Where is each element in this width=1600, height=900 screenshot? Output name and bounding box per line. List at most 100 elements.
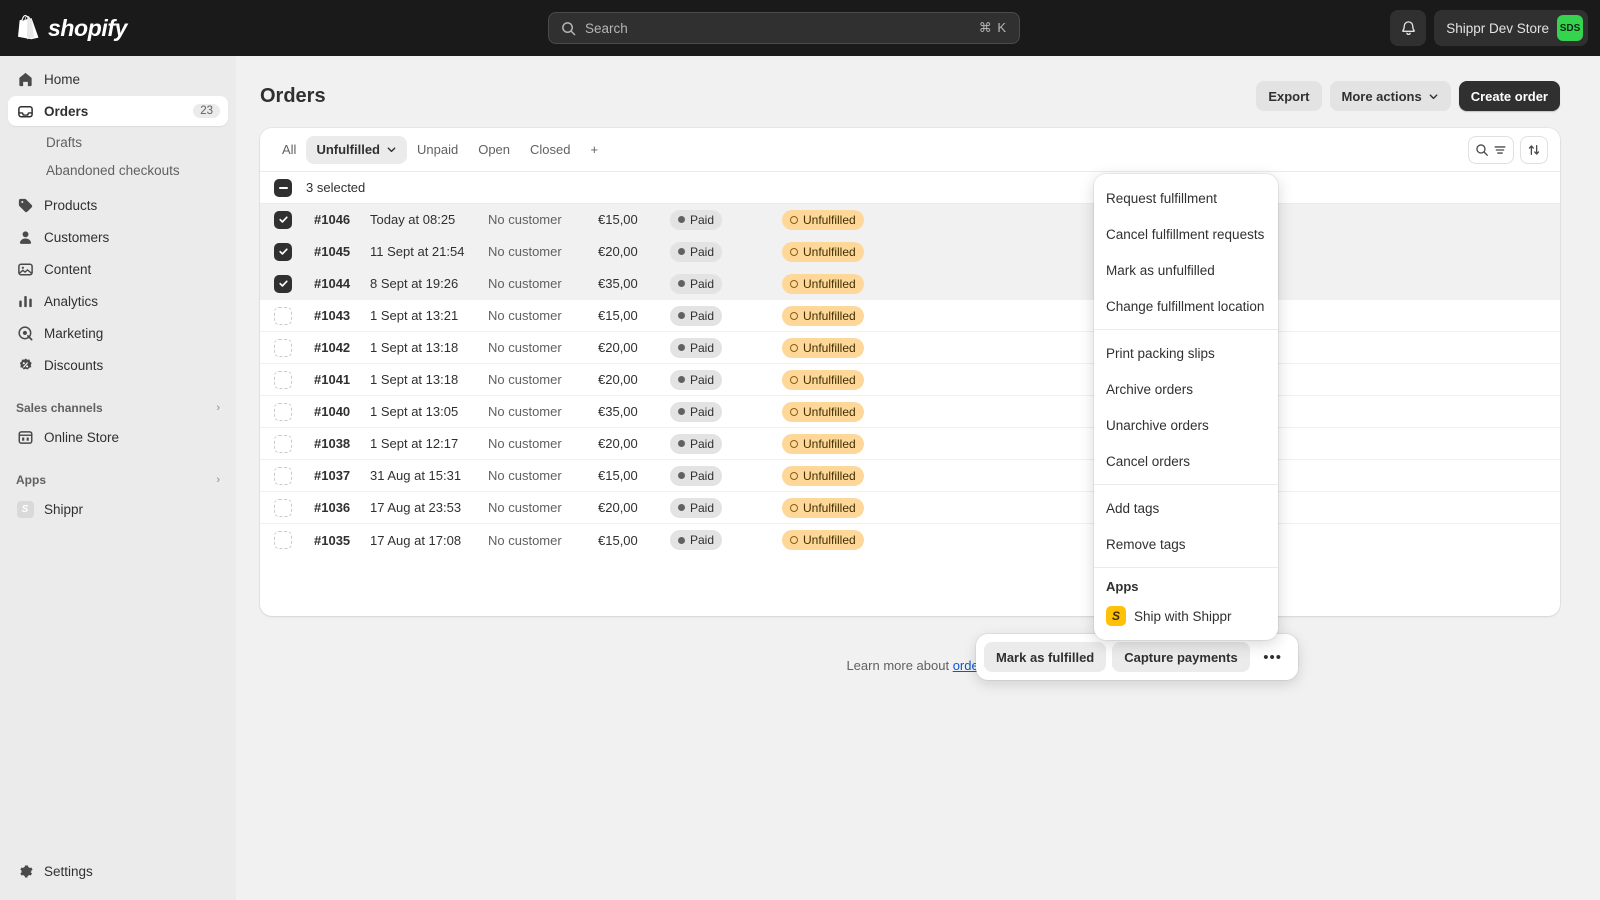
sidebar-subitem-abandoned-checkouts[interactable]: Abandoned checkouts [8, 156, 228, 184]
sidebar-item-marketing[interactable]: Marketing [8, 318, 228, 348]
sort-button[interactable] [1520, 135, 1548, 164]
shopify-logo[interactable]: shopify [0, 15, 236, 42]
row-checkbox[interactable] [274, 242, 292, 261]
table-row[interactable]: #1042 1 Sept at 13:18 No customer €20,00… [260, 332, 1560, 364]
page-title: Orders [260, 84, 326, 107]
tab-open[interactable]: Open [468, 136, 520, 164]
table-row[interactable]: #1043 1 Sept at 13:21 No customer €15,00… [260, 300, 1560, 332]
cell-date: 1 Sept at 13:18 [370, 340, 459, 355]
cell-fulfillment-status: Unfulfilled [782, 401, 902, 422]
sidebar-item-analytics[interactable]: Analytics [8, 286, 228, 316]
cell-customer: No customer [488, 436, 562, 451]
chevron-right-icon: › [216, 402, 220, 414]
menu-item-mark-as-unfulfilled[interactable]: Mark as unfulfilled [1094, 252, 1278, 288]
cell-order-number: #1046 [314, 212, 351, 227]
menu-item-cancel-fulfillment-requests[interactable]: Cancel fulfillment requests [1094, 216, 1278, 252]
sidebar-item-orders[interactable]: Orders 23 [8, 96, 228, 126]
gear-icon [16, 862, 34, 880]
cell-total: €20,00 [598, 340, 638, 355]
row-checkbox[interactable] [274, 274, 292, 293]
row-checkbox[interactable] [274, 306, 292, 325]
cell-payment-status: Paid [670, 465, 782, 486]
row-checkbox[interactable] [274, 466, 292, 485]
row-checkbox[interactable] [274, 370, 292, 389]
export-button[interactable]: Export [1256, 81, 1322, 111]
menu-item-cancel-orders[interactable]: Cancel orders [1094, 443, 1278, 479]
orders-icon [16, 102, 34, 120]
menu-item-remove-tags[interactable]: Remove tags [1094, 526, 1278, 562]
cell-date: 1 Sept at 13:18 [370, 372, 459, 387]
create-order-button[interactable]: Create order [1458, 81, 1560, 111]
content-icon [16, 260, 34, 278]
status-dot-icon [678, 536, 685, 544]
status-badge: Unfulfilled [803, 533, 856, 547]
sidebar-item-products[interactable]: Products [8, 190, 228, 220]
row-checkbox[interactable] [274, 402, 292, 421]
analytics-icon [16, 292, 34, 310]
sidebar-item-settings[interactable]: Settings [8, 856, 228, 886]
table-row[interactable]: #1038 1 Sept at 12:17 No customer €20,00… [260, 428, 1560, 460]
sidebar-item-discounts[interactable]: Discounts [8, 350, 228, 380]
marketing-icon [16, 324, 34, 342]
row-checkbox[interactable] [274, 498, 292, 517]
menu-item-add-tags[interactable]: Add tags [1094, 490, 1278, 526]
menu-item-change-fulfillment-location[interactable]: Change fulfillment location [1094, 288, 1278, 324]
select-all-checkbox[interactable] [274, 178, 292, 197]
status-badge: Unfulfilled [803, 212, 856, 227]
bulk-more-actions-button[interactable]: ••• [1255, 642, 1290, 672]
tab-unpaid[interactable]: Unpaid [407, 136, 468, 164]
table-row[interactable]: #1040 1 Sept at 13:05 No customer €35,00… [260, 396, 1560, 428]
menu-divider [1094, 329, 1278, 330]
menu-item-request-fulfillment[interactable]: Request fulfillment [1094, 180, 1278, 216]
orders-table-body: #1046 Today at 08:25 No customer €15,00 … [260, 204, 1560, 556]
table-row[interactable]: #1036 17 Aug at 23:53 No customer €20,00… [260, 492, 1560, 524]
store-switcher[interactable]: Shippr Dev Store SDS [1434, 10, 1588, 46]
sidebar-item-online-store[interactable]: Online Store [8, 422, 228, 452]
row-checkbox[interactable] [274, 210, 292, 229]
status-dot-icon [678, 376, 685, 383]
sidebar-item-label: Orders [44, 103, 89, 119]
cell-payment-status: Paid [670, 305, 782, 326]
sidebar-item-shippr[interactable]: S Shippr [8, 494, 228, 524]
row-checkbox[interactable] [274, 338, 292, 357]
sidebar-section-apps[interactable]: Apps › [8, 466, 228, 494]
tab-all[interactable]: All [272, 136, 306, 164]
table-row[interactable]: #1041 1 Sept at 13:18 No customer €20,00… [260, 364, 1560, 396]
tab-add-view[interactable]: + [580, 136, 608, 164]
more-actions-button[interactable]: More actions [1329, 81, 1451, 111]
tab-closed[interactable]: Closed [520, 136, 580, 164]
sidebar-item-home[interactable]: Home [8, 64, 228, 94]
notifications-button[interactable] [1390, 10, 1427, 46]
capture-payments-button[interactable]: Capture payments [1112, 642, 1250, 672]
global-search-bar[interactable]: Search ⌘ K [548, 12, 1020, 44]
table-row[interactable]: #1044 8 Sept at 19:26 No customer €35,00… [260, 268, 1560, 300]
sidebar-item-label: Home [44, 71, 81, 87]
mark-as-fulfilled-button[interactable]: Mark as fulfilled [984, 642, 1107, 672]
cell-payment-status: Paid [670, 497, 782, 518]
cell-fulfillment-status: Unfulfilled [782, 530, 902, 550]
menu-item-ship-with-shippr[interactable]: S Ship with Shippr [1094, 598, 1278, 634]
row-checkbox[interactable] [274, 434, 292, 453]
menu-item-print-packing-slips[interactable]: Print packing slips [1094, 335, 1278, 371]
cell-total: €15,00 [598, 308, 638, 323]
table-row[interactable]: #1046 Today at 08:25 No customer €15,00 … [260, 204, 1560, 236]
table-row[interactable]: #1035 17 Aug at 17:08 No customer €15,00… [260, 524, 1560, 556]
sidebar-item-content[interactable]: Content [8, 254, 228, 284]
sidebar-item-customers[interactable]: Customers [8, 222, 228, 252]
cell-order-number: #1036 [314, 500, 351, 515]
row-checkbox[interactable] [274, 531, 292, 549]
status-ring-icon [790, 536, 798, 544]
menu-item-unarchive-orders[interactable]: Unarchive orders [1094, 407, 1278, 443]
sidebar-subitem-drafts[interactable]: Drafts [8, 128, 228, 156]
menu-item-archive-orders[interactable]: Archive orders [1094, 371, 1278, 407]
cell-fulfillment-status: Unfulfilled [782, 209, 902, 230]
table-row[interactable]: #1045 11 Sept at 21:54 No customer €20,0… [260, 236, 1560, 268]
chevron-down-icon [387, 147, 396, 153]
avatar: SDS [1557, 15, 1583, 41]
more-actions-label: More actions [1341, 88, 1422, 104]
search-and-filter-button[interactable] [1468, 135, 1514, 164]
shopify-bag-icon [18, 15, 39, 40]
tab-unfulfilled[interactable]: Unfulfilled [306, 135, 407, 164]
sidebar-section-sales-channels[interactable]: Sales channels › [8, 394, 228, 422]
table-row[interactable]: #1037 31 Aug at 15:31 No customer €15,00… [260, 460, 1560, 492]
